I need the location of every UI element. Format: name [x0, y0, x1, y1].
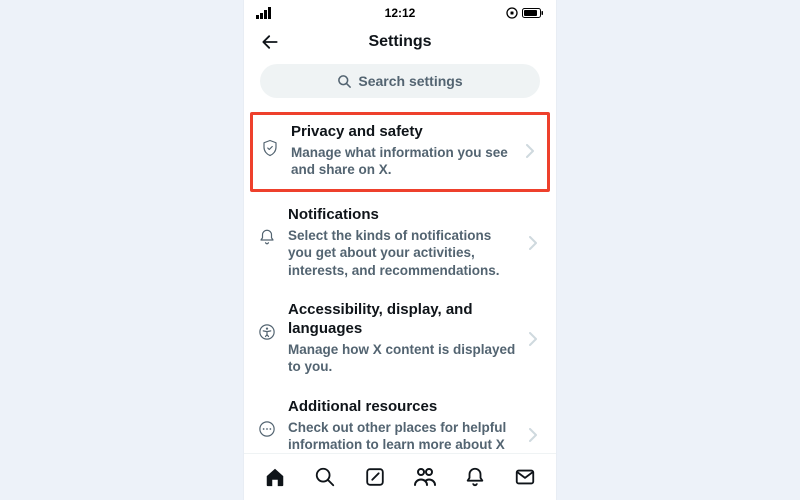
item-body: Additional resources Check out other pla…	[288, 398, 518, 453]
arrow-left-icon	[260, 32, 280, 52]
item-desc: Check out other places for helpful infor…	[288, 419, 518, 453]
status-bar: 12:12	[244, 0, 556, 24]
search-icon	[337, 74, 352, 89]
item-title: Accessibility, display, and languages	[288, 301, 518, 339]
list-item-accessibility[interactable]: Accessibility, display, and languages Ma…	[244, 291, 556, 388]
chevron-right-icon	[528, 428, 544, 442]
item-body: Privacy and safety Manage what informati…	[291, 123, 515, 179]
bell-icon	[256, 228, 278, 246]
phone-frame: 12:12 Settings Search s	[244, 0, 556, 500]
back-button[interactable]	[256, 28, 284, 56]
accessibility-icon	[256, 323, 278, 341]
search-wrap: Search settings	[244, 60, 556, 108]
nav-search[interactable]	[305, 457, 345, 497]
search-placeholder: Search settings	[358, 73, 462, 89]
search-icon	[314, 466, 336, 488]
status-time: 12:12	[316, 6, 484, 20]
mail-icon	[514, 466, 536, 488]
nav-communities[interactable]	[405, 457, 445, 497]
item-title: Privacy and safety	[291, 123, 515, 142]
compose-icon	[364, 466, 386, 488]
orientation-lock-icon	[506, 7, 518, 19]
people-icon	[413, 466, 437, 488]
chevron-right-icon	[528, 332, 544, 346]
status-signal	[256, 7, 316, 19]
item-title: Additional resources	[288, 398, 518, 417]
chevron-right-icon	[528, 236, 544, 250]
signal-icon	[256, 7, 274, 19]
status-right	[484, 7, 544, 19]
nav-compose[interactable]	[355, 457, 395, 497]
page-title: Settings	[244, 33, 556, 51]
item-body: Notifications Select the kinds of notifi…	[288, 206, 518, 279]
bottom-nav	[244, 453, 556, 500]
item-desc: Select the kinds of notifications you ge…	[288, 227, 518, 280]
battery-icon	[522, 7, 544, 19]
nav-home[interactable]	[255, 457, 295, 497]
item-desc: Manage what information you see and shar…	[291, 144, 515, 179]
item-title: Notifications	[288, 206, 518, 225]
item-desc: Manage how X content is displayed to you…	[288, 341, 518, 376]
shield-icon	[259, 139, 281, 157]
bell-icon	[464, 466, 486, 488]
settings-list: Privacy and safety Manage what informati…	[244, 108, 556, 453]
chevron-right-icon	[525, 144, 541, 158]
search-input[interactable]: Search settings	[260, 64, 540, 98]
more-horizontal-icon	[256, 420, 278, 438]
list-item-privacy-safety[interactable]: Privacy and safety Manage what informati…	[250, 112, 550, 192]
home-icon	[264, 466, 286, 488]
nav-notifications[interactable]	[455, 457, 495, 497]
nav-messages[interactable]	[505, 457, 545, 497]
header-bar: Settings	[244, 24, 556, 60]
item-body: Accessibility, display, and languages Ma…	[288, 301, 518, 376]
list-item-notifications[interactable]: Notifications Select the kinds of notifi…	[244, 196, 556, 291]
list-item-additional-resources[interactable]: Additional resources Check out other pla…	[244, 388, 556, 453]
